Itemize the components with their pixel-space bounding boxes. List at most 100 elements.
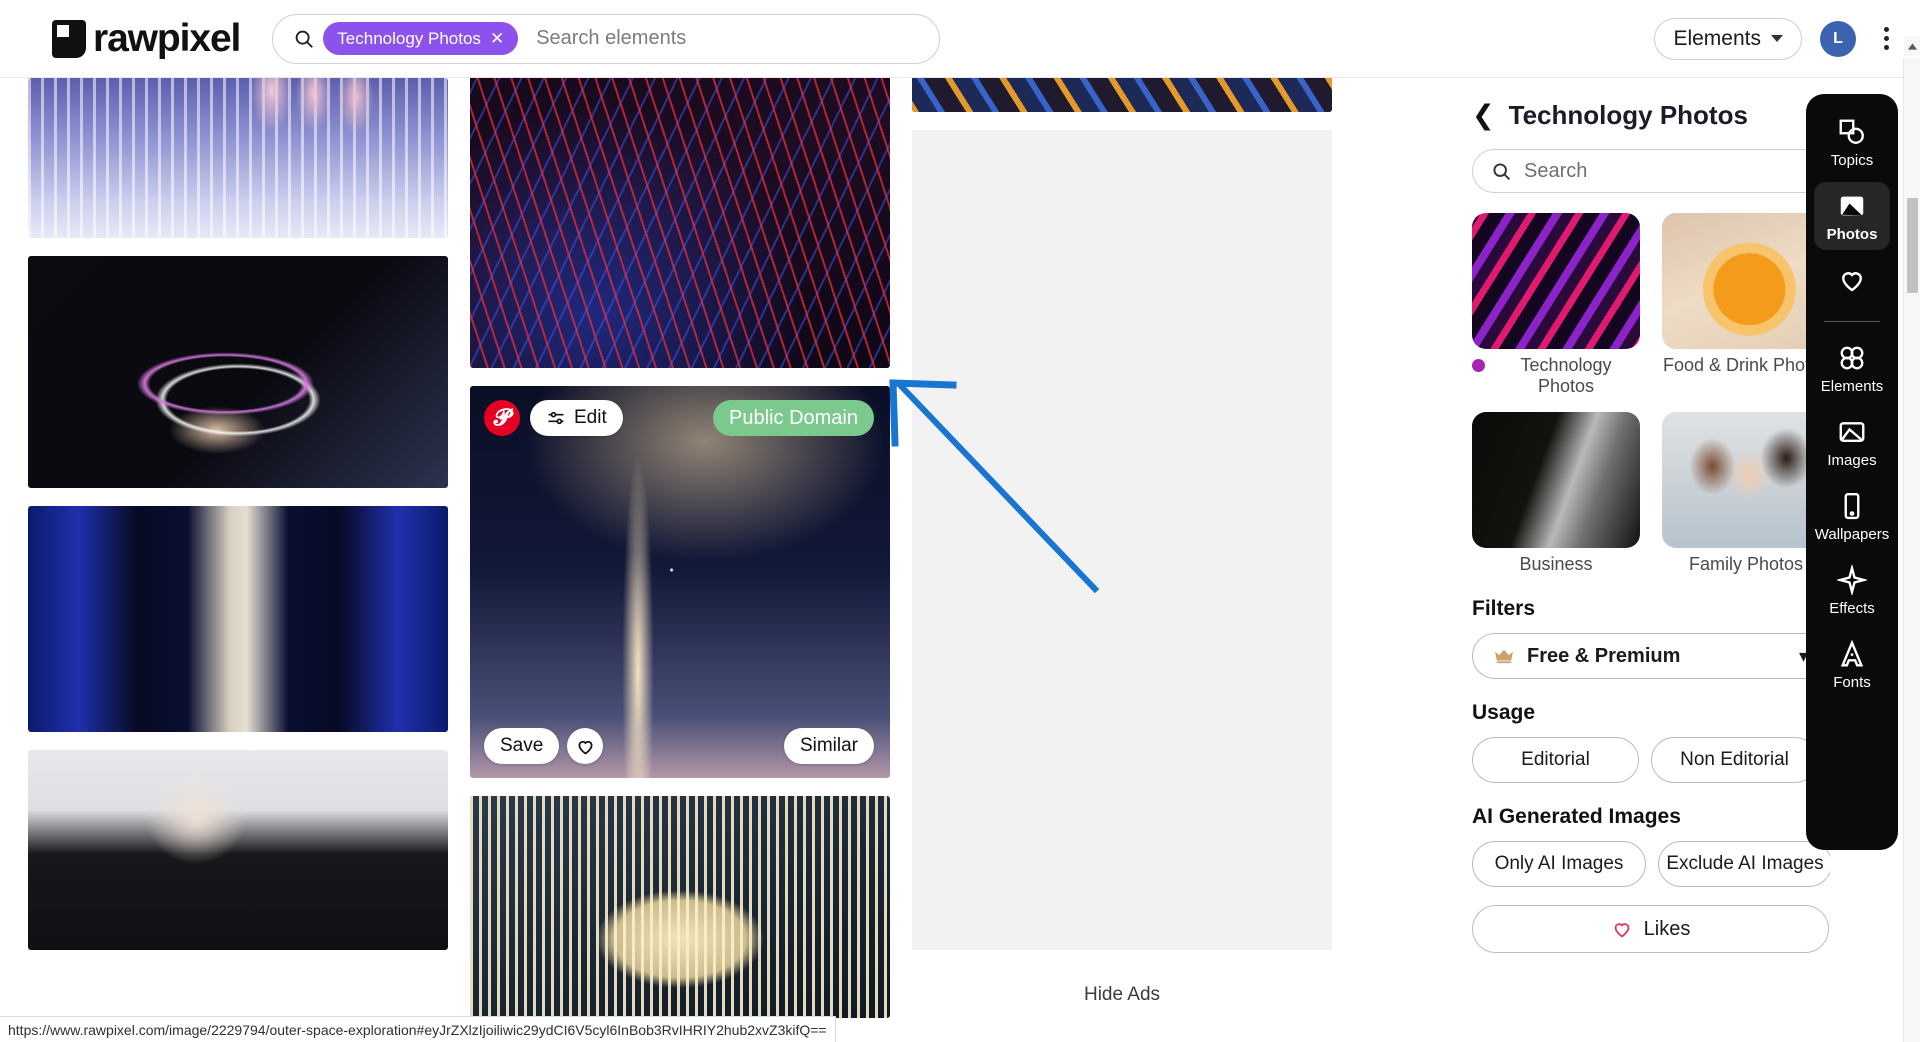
image-card-orbit-hologram[interactable] (28, 256, 448, 488)
rail-item-elements[interactable]: Elements (1814, 334, 1890, 402)
photo-thumb (470, 796, 890, 1018)
usage-heading: Usage (1472, 701, 1536, 725)
status-badge-label: Public Domain (729, 406, 858, 429)
app-header: rawpixel Technology Photos ✕ Search elem… (0, 0, 1920, 78)
ai-options: Only AI Images Exclude AI Images (1472, 841, 1830, 888)
right-side-panel: ❮ Technology Photos Search Technology Ph… (1450, 78, 1830, 1018)
panel-search-input[interactable]: Search (1472, 149, 1829, 193)
save-button[interactable]: Save (484, 728, 560, 765)
image-card-rocket-launch[interactable]: 𝓟 Edit Public Domain Save Similar (470, 386, 890, 779)
ai-option-label: Exclude AI Images (1666, 853, 1824, 875)
image-card-person-circuit[interactable] (28, 750, 448, 950)
usage-option-non-editorial[interactable]: Non Editorial (1651, 737, 1818, 784)
selected-dot-icon (1472, 359, 1485, 372)
category-card-business[interactable]: Business (1472, 412, 1640, 575)
photo-thumb (28, 78, 448, 238)
vertical-scrollbar[interactable] (1903, 36, 1920, 1042)
rail-item-effects[interactable]: Effects (1814, 556, 1890, 624)
scroll-up-arrow-icon[interactable] (1904, 36, 1920, 56)
rail-item-topics[interactable]: Topics (1814, 108, 1890, 176)
likes-filter-button[interactable]: Likes (1472, 905, 1829, 954)
rail-item-likes[interactable] (1814, 256, 1890, 307)
photo-thumb (470, 78, 890, 369)
rail-item-label: Images (1827, 452, 1877, 469)
sparkle-icon (1837, 565, 1867, 595)
usage-option-label: Editorial (1521, 749, 1590, 771)
chevron-left-icon[interactable]: ❮ (1472, 102, 1495, 129)
brand-logo[interactable]: rawpixel (52, 16, 241, 61)
rail-item-fonts[interactable]: Fonts (1814, 630, 1890, 698)
image-card-server-corridor[interactable] (28, 506, 448, 732)
chevron-down-icon (1771, 35, 1783, 42)
photo-thumb (28, 256, 448, 488)
elements-dropdown[interactable]: Elements (1654, 17, 1802, 60)
category-thumb (1662, 412, 1830, 549)
header-actions: Elements L (1654, 17, 1898, 60)
image-icon (1839, 422, 1865, 442)
search-chip-label: Technology Photos (337, 28, 481, 48)
ai-option-exclude-ai-images[interactable]: Exclude AI Images (1658, 841, 1830, 888)
likes-filter-label: Likes (1643, 917, 1691, 940)
category-label-wrap: Technology Photos (1472, 355, 1640, 396)
ad-column: Hide Ads (912, 78, 1332, 1018)
category-label: Technology Photos (1520, 355, 1612, 396)
rail-item-wallpapers[interactable]: Wallpapers (1814, 482, 1890, 550)
search-filter-chip[interactable]: Technology Photos ✕ (323, 22, 519, 55)
font-a-icon (1840, 639, 1864, 667)
heart-icon (1842, 272, 1862, 292)
like-button[interactable] (567, 728, 604, 765)
usage-option-editorial[interactable]: Editorial (1472, 737, 1639, 784)
rail-item-label: Topics (1830, 152, 1874, 169)
scrollbar-thumb[interactable] (1907, 198, 1918, 293)
category-label: Food & Drink Photos (1662, 355, 1830, 375)
card-top-actions: 𝓟 Edit (484, 400, 623, 437)
ai-option-only-ai-images[interactable]: Only AI Images (1472, 841, 1646, 888)
rail-item-images[interactable]: Images (1814, 408, 1890, 476)
page-title: Technology Photos (1508, 100, 1748, 130)
ad-banner-image (912, 78, 1332, 112)
status-badge[interactable]: Public Domain (713, 400, 874, 437)
rawpixel-logo-icon (52, 19, 86, 58)
usage-option-label: Non Editorial (1680, 749, 1789, 771)
category-label: Business (1519, 554, 1593, 575)
category-thumb (1472, 213, 1640, 349)
image-card-glowing-hands[interactable] (28, 78, 448, 238)
avatar[interactable]: L (1820, 20, 1856, 57)
photo-thumb (470, 386, 890, 779)
grid-column-2: 𝓟 Edit Public Domain Save Similar (470, 78, 890, 1018)
rail-item-photos[interactable]: Photos (1814, 182, 1890, 250)
image-card-server-cables[interactable] (470, 78, 890, 369)
similar-button[interactable]: Similar (783, 728, 874, 765)
rail-item-label: Effects (1829, 600, 1875, 617)
category-label-wrap: Food & Drink Photos (1662, 355, 1830, 376)
brand-name: rawpixel (93, 16, 241, 60)
status-bar: https://www.rawpixel.com/image/2229794/o… (0, 1016, 836, 1042)
category-card-family-photos[interactable]: Family Photos (1662, 412, 1830, 575)
crown-icon (1495, 649, 1513, 664)
usage-options: Editorial Non Editorial (1472, 737, 1818, 784)
tool-rail: Topics Photos Elements Images Wallpapers (1806, 94, 1898, 850)
image-card-microchip[interactable] (470, 796, 890, 1018)
pinterest-icon[interactable]: 𝓟 (484, 400, 520, 437)
category-card-food-drink-photos[interactable]: Food & Drink Photos (1662, 213, 1830, 396)
search-icon (295, 30, 314, 48)
avatar-initial: L (1833, 29, 1843, 47)
card-bottom-right-actions: Similar (783, 728, 874, 765)
search-bar[interactable]: Technology Photos ✕ Search elements (272, 13, 941, 64)
category-label-wrap: Business (1472, 554, 1640, 575)
search-input[interactable]: Search elements (536, 27, 686, 50)
rail-divider (1824, 321, 1880, 322)
grid-column-1 (28, 78, 448, 1018)
category-label: Family Photos (1688, 554, 1804, 575)
save-button-label: Save (500, 735, 544, 757)
edit-button[interactable]: Edit (530, 400, 623, 437)
rail-item-label: Elements (1820, 378, 1884, 395)
hide-ads-button[interactable]: Hide Ads (912, 968, 1332, 1006)
license-select[interactable]: Free & Premium ▾ (1472, 633, 1829, 680)
kebab-menu-icon[interactable] (1874, 21, 1898, 57)
ai-images-heading: AI Generated Images (1472, 805, 1681, 829)
rail-item-label: Fonts (1833, 674, 1871, 691)
close-icon[interactable]: ✕ (490, 30, 504, 47)
category-card-technology-photos[interactable]: Technology Photos (1472, 213, 1640, 396)
ad-banner-circuit[interactable] (912, 78, 1332, 112)
